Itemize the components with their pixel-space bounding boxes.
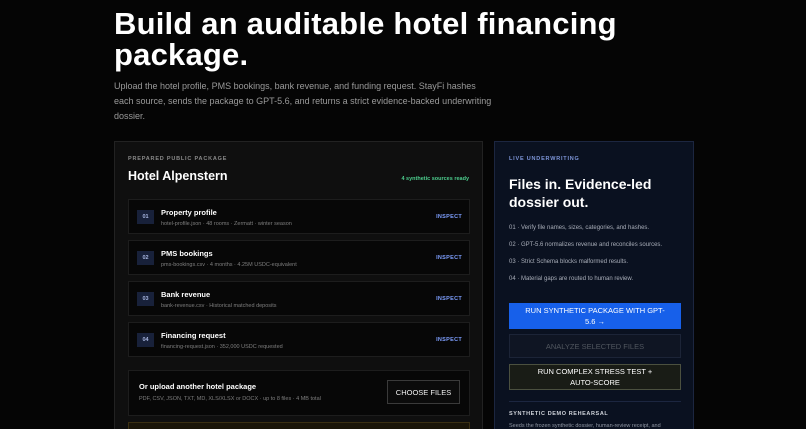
step-item: 02 · GPT-5.6 normalizes revenue and reco… — [509, 242, 663, 248]
divider — [509, 401, 681, 402]
source-row-property-profile: 01 Property profile hotel-profile.json ·… — [128, 199, 470, 234]
inspect-button-bank-revenue[interactable]: INSPECT — [436, 296, 462, 302]
inspect-button-pms-bookings[interactable]: INSPECT — [436, 255, 462, 261]
step-item: 04 · Material gaps are routed to human r… — [509, 276, 634, 282]
demo-eyebrow: SYNTHETIC DEMO REHEARSAL — [509, 411, 609, 417]
source-row-bank-revenue: 03 Bank revenue bank-revenue.csv · Histo… — [128, 281, 470, 316]
demo-text: Seeds the frozen synthetic dossier, huma… — [509, 423, 661, 429]
source-name: Bank revenue — [161, 290, 211, 299]
inspect-button-property-profile[interactable]: INSPECT — [436, 214, 462, 220]
source-number: 03 — [137, 292, 154, 306]
step-item: 03 · Strict Schema blocks malformed resu… — [509, 259, 629, 265]
run-synthetic-package-button[interactable]: RUN SYNTHETIC PACKAGE WITH GPT-5.6 → — [509, 303, 681, 329]
source-number: 04 — [137, 333, 154, 347]
live-eyebrow: LIVE UNDERWRITING — [509, 156, 580, 162]
source-row-pms-bookings: 02 PMS bookings pms-bookings.csv · 4 mon… — [128, 240, 470, 275]
analyze-selected-files-button[interactable]: ANALYZE SELECTED FILES — [509, 334, 681, 358]
source-name: Financing request — [161, 331, 226, 340]
source-meta: bank-revenue.csv · Historical matched de… — [161, 303, 277, 309]
source-number: 02 — [137, 251, 154, 265]
source-meta: hotel-profile.json · 48 rooms · Zermatt … — [161, 221, 292, 227]
package-notice-strip — [128, 422, 470, 429]
upload-hint: PDF, CSV, JSON, TXT, MD, XLS/XLSX or DOC… — [139, 396, 321, 402]
page-title: Build an auditable hotel financing packa… — [114, 6, 617, 72]
source-row-financing-request: 04 Financing request financing-request.j… — [128, 322, 470, 357]
source-name: PMS bookings — [161, 249, 213, 258]
sources-status: 4 synthetic sources ready — [401, 176, 469, 182]
source-meta: financing-request.json · 352,000 USDC re… — [161, 344, 283, 350]
step-item: 01 · Verify file names, sizes, categorie… — [509, 225, 650, 231]
source-number: 01 — [137, 210, 154, 224]
live-title: Files in. Evidence-led dossier out. — [509, 176, 652, 210]
source-meta: pms-bookings.csv · 4 months · 4.25M USDC… — [161, 262, 297, 268]
page-description: Upload the hotel profile, PMS bookings, … — [114, 81, 492, 121]
choose-files-button[interactable]: CHOOSE FILES — [387, 380, 460, 404]
package-title: Hotel Alpenstern — [128, 169, 228, 183]
source-name: Property profile — [161, 208, 217, 217]
run-stress-test-button[interactable]: RUN COMPLEX STRESS TEST + AUTO-SCORE — [509, 364, 681, 390]
package-eyebrow: PREPARED PUBLIC PACKAGE — [128, 156, 228, 162]
live-underwriting-panel: LIVE UNDERWRITING Files in. Evidence-led… — [494, 141, 694, 429]
upload-package-box: Or upload another hotel package PDF, CSV… — [128, 370, 470, 416]
prepared-package-panel: PREPARED PUBLIC PACKAGE Hotel Alpenstern… — [114, 141, 483, 429]
upload-title: Or upload another hotel package — [139, 382, 257, 391]
inspect-button-financing-request[interactable]: INSPECT — [436, 337, 462, 343]
